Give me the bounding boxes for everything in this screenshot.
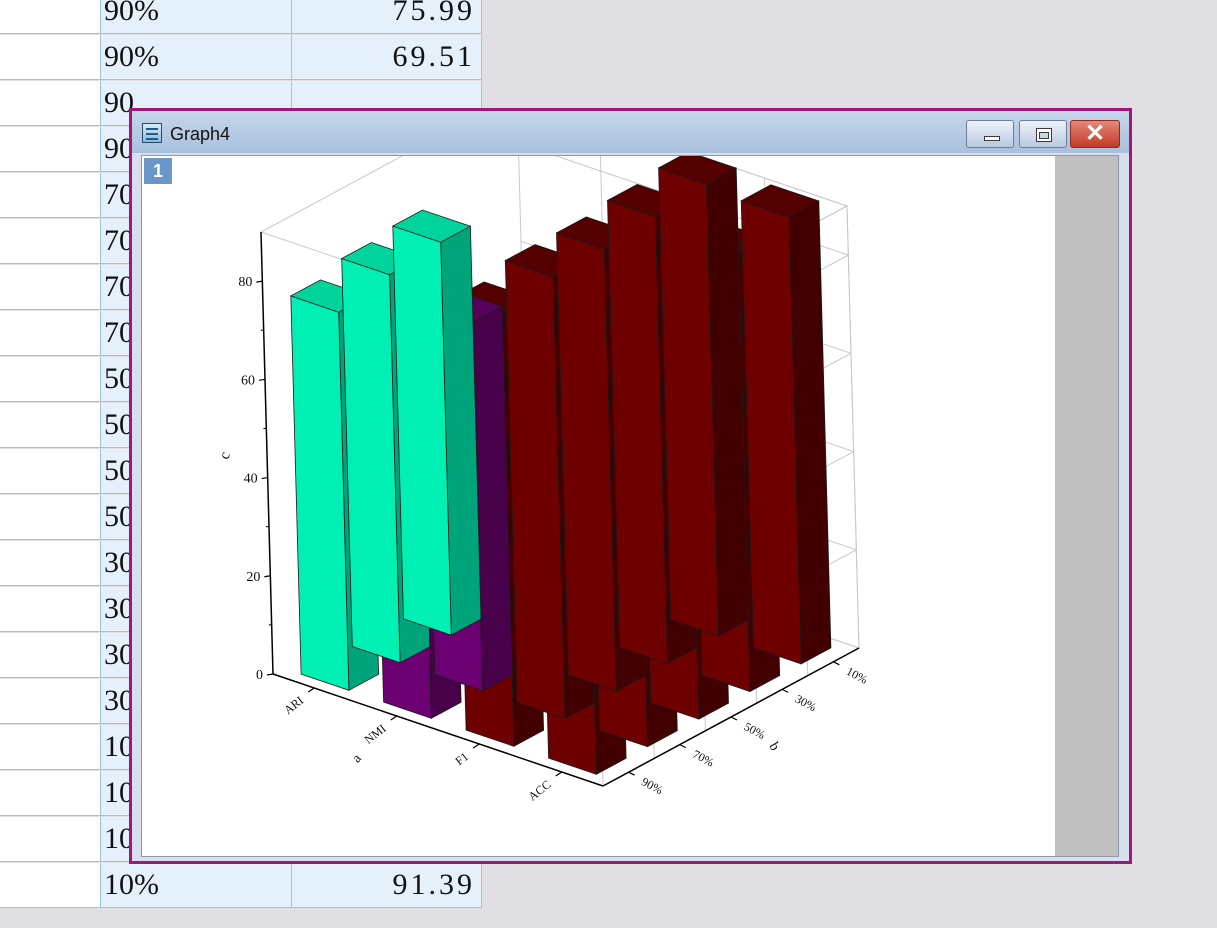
table-cell[interactable]: [0, 35, 101, 80]
b-axis-title: b: [766, 740, 782, 754]
table-cell[interactable]: [0, 541, 101, 586]
table-cell[interactable]: [0, 127, 101, 172]
z-axis-line: [260, 231, 274, 675]
table-cell[interactable]: [0, 311, 101, 356]
z-tick: [261, 476, 268, 480]
table-cell-value[interactable]: 69.51: [292, 35, 482, 80]
b-tick: [679, 744, 687, 749]
a-tick: [390, 715, 398, 721]
table-cell[interactable]: [0, 587, 101, 632]
close-icon: ✕: [1084, 120, 1106, 147]
z-tick: [264, 575, 271, 578]
b-tick-label: 30%: [793, 692, 819, 715]
b-tick-label: 10%: [844, 664, 870, 687]
table-cell[interactable]: [0, 817, 101, 862]
bar-f1-10%[interactable]: [657, 156, 749, 637]
table-cell[interactable]: [0, 219, 101, 264]
table-cell[interactable]: [0, 403, 101, 448]
b-tick: [730, 716, 738, 721]
table-cell[interactable]: [0, 495, 101, 540]
bar-ari-50%[interactable]: [391, 209, 482, 636]
b-tick-label: 70%: [690, 747, 716, 770]
table-cell[interactable]: [0, 725, 101, 770]
z-tick-label: 20: [246, 570, 260, 585]
maximize-button[interactable]: [1019, 120, 1067, 148]
table-cell-p[interactable]: 90%: [101, 35, 292, 80]
minimize-button[interactable]: [966, 120, 1014, 148]
table-cell[interactable]: [0, 81, 101, 126]
close-button[interactable]: ✕: [1070, 120, 1120, 148]
table-cell[interactable]: [0, 679, 101, 724]
table-cell-value[interactable]: 75.99: [292, 0, 482, 34]
page-margin: [1055, 156, 1118, 856]
graph-page[interactable]: 0 20 40 60 80 c ARI NMI F1 ACC a 10% 30% 50% 70% 90% b 1: [141, 155, 1119, 857]
table-cell[interactable]: [0, 357, 101, 402]
table-cell-value[interactable]: 91.39: [292, 863, 482, 908]
z-tick: [258, 378, 266, 381]
graph-window-icon: [142, 123, 162, 143]
a-tick: [307, 687, 315, 693]
table-cell-p[interactable]: 90%: [101, 0, 292, 34]
title-bar[interactable]: Graph4 ✕: [132, 111, 1129, 153]
bar-acc-10%[interactable]: [740, 184, 832, 665]
z-tick-label: 60: [241, 373, 255, 388]
b-tick: [628, 771, 635, 776]
a-tick: [555, 771, 563, 777]
table-cell[interactable]: [0, 449, 101, 494]
table-cell[interactable]: [0, 173, 101, 218]
table-cell[interactable]: [0, 0, 101, 34]
b-tick-label: 50%: [742, 719, 768, 742]
b-tick-label: 90%: [639, 774, 665, 797]
table-row: 90% 69.51: [0, 35, 484, 81]
a-axis-title: a: [349, 751, 365, 766]
table-row: 90% 75.99: [0, 0, 484, 35]
z-tick: [256, 280, 263, 283]
bar3d-chart[interactable]: 0 20 40 60 80 c ARI NMI F1 ACC a 10% 30% 50% 70% 90% b: [142, 156, 1056, 856]
z-tick-label: 0: [256, 668, 263, 683]
table-cell[interactable]: [0, 633, 101, 678]
minimize-icon: [984, 136, 1000, 141]
table-cell-p[interactable]: 10%: [101, 863, 292, 908]
bar-front-face: [290, 295, 350, 691]
layer-badge[interactable]: 1: [144, 158, 172, 184]
z-tick-label: 80: [238, 275, 252, 290]
a-tick-label: F1: [452, 749, 471, 768]
z-tick-label: 40: [244, 472, 258, 487]
b-tick: [781, 688, 789, 693]
maximize-icon: [1036, 128, 1052, 142]
a-tick-label: ACC: [526, 777, 554, 803]
table-cell[interactable]: [0, 265, 101, 310]
a-tick: [472, 743, 480, 749]
b-tick: [833, 661, 840, 666]
table-row: 10% 91.39: [0, 863, 484, 909]
table-cell[interactable]: [0, 771, 101, 816]
graph-window[interactable]: Graph4 ✕ 0 20 40 60 80 c ARI NMI F1 ACC a 10% 30% 50%…: [129, 108, 1132, 864]
a-tick-label: NMI: [362, 721, 389, 746]
z-axis-title: c: [217, 450, 234, 462]
window-title: Graph4: [170, 124, 231, 144]
a-tick-label: ARI: [281, 693, 306, 717]
z-tick: [266, 673, 274, 676]
table-cell[interactable]: [0, 863, 101, 908]
